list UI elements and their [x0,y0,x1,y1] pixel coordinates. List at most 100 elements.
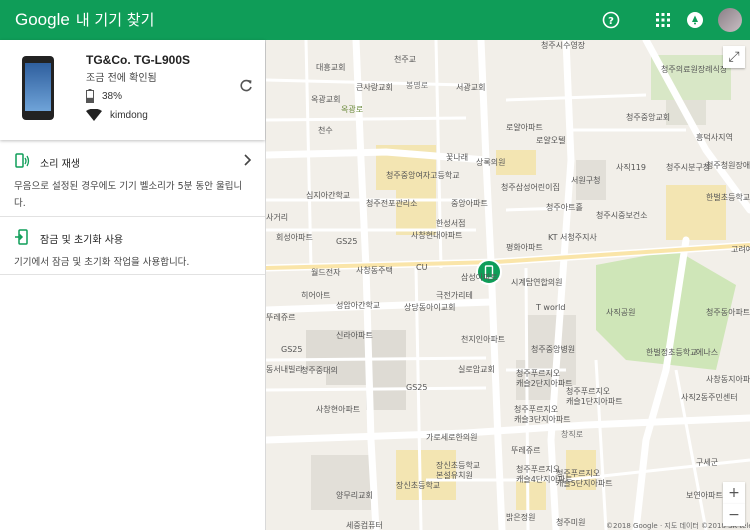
svg-text:청주중대의: 청주중대의 [301,365,338,375]
battery-icon [86,89,94,103]
svg-text:장신초등학교: 장신초등학교 [436,460,480,470]
svg-text:캐슬2단지아파트: 캐슬2단지아파트 [516,378,573,388]
svg-text:한벌초등학교: 한벌초등학교 [706,192,750,202]
svg-text:캐슬1단지아파트: 캐슬1단지아파트 [566,396,623,406]
svg-text:로얄오텔: 로얄오텔 [536,135,565,145]
svg-text:청주푸르지오: 청주푸르지오 [516,465,560,474]
network-status: kimdong [86,108,148,122]
svg-text:청주푸르지오: 청주푸르지오 [556,469,600,478]
svg-text:흥덕사지역: 흥덕사지역 [696,132,733,142]
svg-text:CU: CU [416,263,428,272]
svg-text:삼성아파트: 삼성아파트 [461,272,498,282]
svg-text:사직119: 사직119 [616,162,646,172]
account-notification-icon[interactable] [685,10,705,30]
lock-erase-title: 잠금 및 초기화 사용 [40,235,124,246]
avatar[interactable] [718,8,742,32]
svg-text:실로암교회: 실로암교회 [458,364,495,374]
fullscreen-icon[interactable]: ⤢ [723,46,745,68]
battery-percentage: 38% [102,90,123,102]
lock-erase-description: 기기에서 잠금 및 초기화 작업을 사용합니다. [14,257,190,268]
svg-text:천수: 천수 [318,125,333,135]
svg-text:양무리교회: 양무리교회 [336,491,373,500]
network-name: kimdong [110,109,148,121]
svg-text:큰사랑교회: 큰사랑교회 [356,82,393,92]
svg-text:청주중앙여자고등학교: 청주중앙여자고등학교 [386,170,460,180]
svg-text:사창동주택: 사창동주택 [356,265,393,275]
svg-text:심지아간학교: 심지아간학교 [306,190,350,200]
lock-phone-icon [15,229,28,245]
svg-text:상당동아이교회: 상당동아이교회 [404,302,456,312]
svg-text:청주의료원장례식장: 청주의료원장례식장 [661,64,728,74]
app-title: 내 기기 찾기 [75,11,155,29]
svg-text:사직공원: 사직공원 [606,307,635,317]
refresh-icon[interactable] [239,78,255,94]
wifi-icon [86,109,102,121]
play-sound-action[interactable]: 소리 재생 무음으로 설정된 경우에도 기기 벨소리가 5분 동안 울립니다. [0,140,265,217]
play-sound-description: 무음으로 설정된 경우에도 기기 벨소리가 5분 동안 울립니다. [14,181,243,209]
svg-text:시계탑연합의원: 시계탑연합의원 [511,277,563,287]
zoom-in-button[interactable]: + [723,482,745,504]
svg-text:성암아간학교: 성암아간학교 [336,300,380,310]
svg-text:캐슬3단지아파트: 캐슬3단지아파트 [514,414,571,424]
svg-text:창직로: 창직로 [561,429,583,439]
google-logo: Google [15,10,70,29]
ringing-phone-icon [15,153,30,168]
device-panel: TG&Co. TG-L900S 조금 전에 확인됨 38% kimdong 소리… [0,40,266,530]
svg-text:청주아트홀: 청주아트홀 [546,202,583,212]
chevron-right-icon[interactable] [243,154,253,166]
svg-text:?: ? [608,16,614,27]
svg-text:밝은정원: 밝은정원 [506,512,535,522]
svg-text:청주푸르지오: 청주푸르지오 [516,369,560,378]
svg-text:로얄아파트: 로얄아파트 [506,122,543,132]
svg-text:청주시중보건소: 청주시중보건소 [596,210,648,220]
svg-text:한성서점: 한성서점 [436,218,465,228]
svg-text:대흥교회: 대흥교회 [316,62,345,72]
help-icon[interactable]: ? [601,10,621,30]
svg-text:월드전자: 월드전자 [311,267,341,277]
top-app-bar: Google 내 기기 찾기 ? [0,0,750,40]
svg-text:평화아파트: 평화아파트 [506,242,543,252]
zoom-out-button[interactable]: − [723,504,745,526]
device-last-seen: 조금 전에 확인됨 [86,73,157,84]
svg-text:고려예술문화: 고려예술문화 [731,244,750,254]
svg-text:사직2동주민센터: 사직2동주민센터 [681,392,738,402]
svg-text:T world: T world [535,303,565,312]
lock-erase-action[interactable]: 잠금 및 초기화 사용 기기에서 잠금 및 초기화 작업을 사용합니다. [0,216,265,275]
svg-text:청주중앙병원: 청주중앙병원 [531,344,575,354]
svg-text:KT 서청주지사: KT 서청주지사 [548,233,597,242]
svg-text:본설유치원: 본설유치원 [436,470,473,480]
svg-text:장신초등학교: 장신초등학교 [396,480,440,490]
svg-text:뚜레쥬르: 뚜레쥬르 [266,313,295,322]
svg-text:캐슬5단지아파트: 캐슬5단지아파트 [556,478,613,488]
svg-text:GS25: GS25 [281,345,302,354]
svg-text:청주푸르지오: 청주푸르지오 [566,387,610,396]
svg-text:청주중앙교회: 청주중앙교회 [626,112,670,122]
app-brand[interactable]: Google 내 기기 찾기 [15,9,154,30]
svg-text:에나스: 에나스 [696,348,718,357]
svg-text:GS25: GS25 [406,383,427,392]
svg-text:청주청원장애인아파트: 청주청원장애인아파트 [706,160,750,170]
svg-text:사창동지아파트: 사창동지아파트 [706,374,750,384]
svg-text:뚜레쥬르: 뚜레쥬르 [511,446,540,455]
svg-text:옥광로: 옥광로 [341,104,363,114]
svg-text:중앙아파트: 중앙아파트 [451,198,488,208]
svg-text:청주시분구청: 청주시분구청 [666,163,710,172]
play-sound-title: 소리 재생 [40,159,80,170]
street-map[interactable]: 청주시수영장 천주교 대흥교회 큰사랑교회 봉명로 서광교회 청주의료원장례식장… [266,40,750,530]
svg-text:청주전포관리소: 청주전포관리소 [366,198,418,208]
svg-text:가로세로한의원: 가로세로한의원 [426,432,478,442]
svg-text:봉명로: 봉명로 [406,80,428,90]
apps-grid-icon[interactable] [653,10,673,30]
svg-text:한벌정초등학교: 한벌정초등학교 [646,347,698,357]
svg-text:회성아파트: 회성아파트 [276,232,313,242]
svg-text:옥광교회: 옥광교회 [311,94,340,104]
map-view[interactable]: 청주시수영장 천주교 대흥교회 큰사랑교회 봉명로 서광교회 청주의료원장례식장… [266,40,750,530]
svg-text:보연아파트: 보연아파트 [686,490,723,500]
svg-text:서광교회: 서광교회 [456,82,485,92]
svg-text:극전가리테: 극전가리테 [436,290,473,300]
svg-text:청주삼성어린이집: 청주삼성어린이집 [501,182,560,192]
svg-text:청주동아파트: 청주동아파트 [706,307,750,317]
svg-text:사거리: 사거리 [266,213,288,222]
svg-text:GS25: GS25 [336,237,357,246]
svg-text:꽃나래: 꽃나래 [446,153,468,162]
